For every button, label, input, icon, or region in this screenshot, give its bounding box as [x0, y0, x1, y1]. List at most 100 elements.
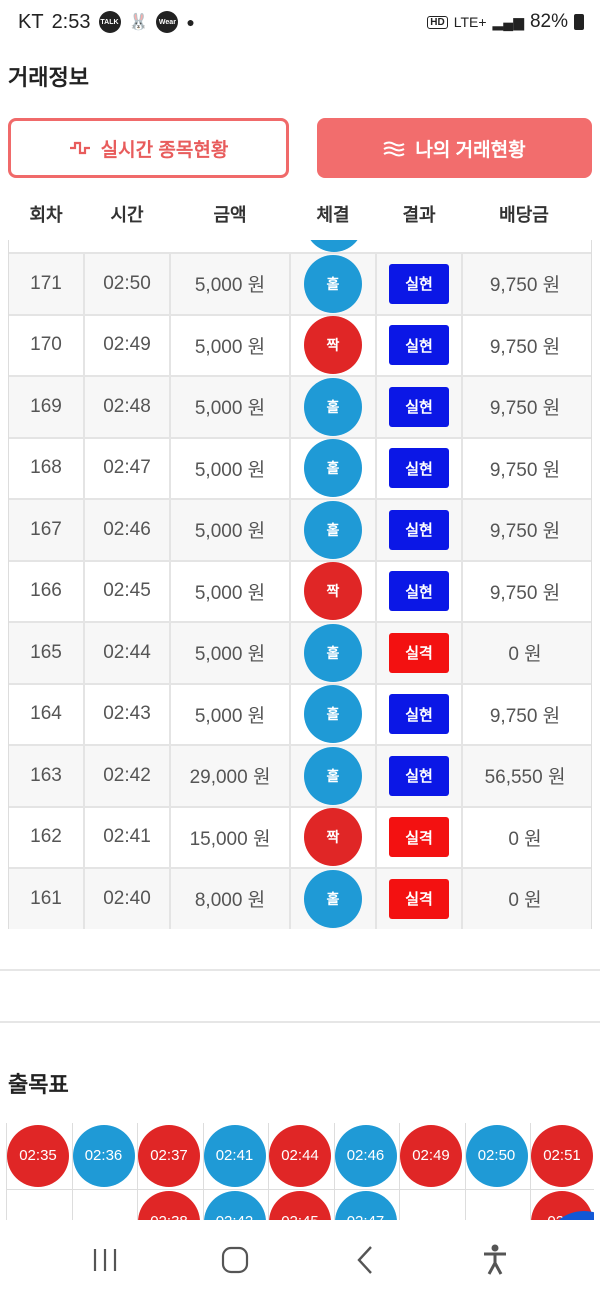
cell-pick: 홀 — [291, 746, 377, 806]
cell-time: 02:42 — [85, 746, 171, 806]
result-badge: 실현 — [389, 694, 449, 735]
cell-time: 02:49 — [85, 315, 171, 375]
table-row: 162 02:41 15,000 원 짝 실격 0 원 — [9, 805, 591, 867]
cell-amount: 5,000 원 — [171, 561, 291, 621]
cell-amount: 5,000 원 — [171, 377, 291, 437]
pick-ball: 홀 — [304, 254, 362, 313]
cell-result: 실격 — [377, 869, 463, 929]
cell-pick: 홀 — [291, 684, 377, 744]
cell-round: 167 — [9, 500, 85, 560]
clock: 2:53 — [51, 10, 91, 33]
result-badge: 실현 — [389, 755, 449, 796]
cell-time: 02:50 — [85, 254, 171, 314]
cell-pick: 짝 — [291, 561, 377, 621]
cell-result: 실격 — [377, 623, 463, 683]
table-row: 165 02:44 5,000 원 홀 실격 0 원 — [9, 621, 591, 683]
cell-time: 02:46 — [85, 500, 171, 560]
cell-pick: 홀 — [291, 377, 377, 437]
pick-ball: 홀 — [304, 869, 362, 928]
signal-icon: ▂▄▆ — [492, 13, 524, 30]
section-title: 거래정보 — [8, 65, 89, 90]
table-row: 161 02:40 8,000 원 홀 실격 0 원 — [9, 867, 591, 929]
hd-icon: HD — [427, 15, 448, 29]
cell-result: 실현 — [377, 438, 463, 498]
cell-round: 170 — [9, 315, 85, 375]
result-badge: 실현 — [389, 386, 449, 427]
cell-time: 02:48 — [85, 377, 171, 437]
cell-pick: 짝 — [291, 315, 377, 375]
cell-pick: 홀 — [291, 254, 377, 314]
cell-time: 02:44 — [85, 623, 171, 683]
cell-result: 실현 — [377, 500, 463, 560]
wave-icon — [69, 141, 90, 155]
divider — [0, 968, 600, 971]
cell-payout: 56,550 원 — [484, 767, 566, 789]
cell-round: 164 — [9, 684, 85, 744]
recent-apps-button[interactable] — [75, 1235, 135, 1285]
cell-amount: 15,000 원 — [171, 807, 291, 867]
cell-round: 166 — [9, 561, 85, 621]
draw-ball: 02:35 — [7, 1124, 69, 1187]
wear-icon: Wear — [156, 11, 179, 33]
rabbit-icon: 🐰 — [128, 14, 149, 31]
accessibility-button[interactable] — [465, 1235, 525, 1285]
status-left: KT 2:53 TALK 🐰 Wear ● — [18, 11, 195, 34]
cell-payout: 0 원 — [508, 644, 542, 666]
cell-payout: 9,750 원 — [489, 582, 561, 604]
draw-ball: 02:46 — [334, 1124, 397, 1187]
result-badge: 실격 — [389, 632, 449, 673]
recent-apps-icon — [93, 1249, 117, 1271]
tab-bar: 실시간 종목현황 나의 거래현황 — [0, 118, 600, 178]
pick-ball: 홀 — [304, 500, 362, 559]
home-button[interactable] — [205, 1235, 265, 1285]
cell-result: 실현 — [377, 684, 463, 744]
cell-payout: 9,750 원 — [489, 336, 561, 358]
pick-ball: 홀 — [304, 377, 362, 436]
cell-round: 169 — [9, 377, 85, 437]
nav-bar — [0, 1220, 600, 1300]
status-bar: KT 2:53 TALK 🐰 Wear ● HD LTE+ ▂▄▆ 82% — [0, 0, 600, 44]
dot-icon: ● — [186, 14, 195, 30]
back-button[interactable] — [335, 1235, 395, 1285]
draw-ball: 02:51 — [531, 1124, 593, 1187]
talk-icon: TALK — [98, 11, 121, 33]
table-row: 164 02:43 5,000 원 홀 실현 9,750 원 — [9, 682, 591, 744]
cell-pick: 홀 — [291, 869, 377, 929]
cell-pick: 홀 — [291, 623, 377, 683]
pick-ball: 짝 — [304, 316, 362, 375]
result-badge: 실현 — [389, 263, 449, 304]
pick-ball: 홀 — [304, 746, 362, 805]
draw-ball: 02:44 — [269, 1124, 331, 1187]
cell-payout: 9,750 원 — [489, 705, 561, 727]
draw-ball: 02:41 — [203, 1124, 266, 1187]
cell-result: 실현 — [377, 746, 463, 806]
cell-result: 실현 — [377, 561, 463, 621]
result-badge: 실현 — [389, 448, 449, 489]
cell-pick: 짝 — [291, 807, 377, 867]
cell-pick: 홀 — [291, 500, 377, 560]
result-badge: 실격 — [389, 817, 449, 858]
cell-round: 163 — [9, 746, 85, 806]
header-round: 회차 — [29, 205, 63, 225]
cell-time: 02:43 — [85, 684, 171, 744]
waves-icon — [383, 141, 405, 157]
cell-round: 168 — [9, 438, 85, 498]
result-badge: 실격 — [389, 878, 449, 919]
cell-round: 171 — [9, 254, 85, 314]
cell-payout: 9,750 원 — [489, 398, 561, 420]
draw-ball: 02:49 — [400, 1124, 462, 1187]
header-result: 결과 — [402, 205, 436, 225]
pick-ball: 짝 — [304, 808, 362, 867]
tab-my-trades[interactable]: 나의 거래현황 — [317, 118, 592, 178]
cell-amount: 29,000 원 — [171, 746, 291, 806]
tab-realtime-label: 실시간 종목현황 — [100, 139, 229, 161]
cell-amount: 5,000 원 — [171, 438, 291, 498]
tab-realtime[interactable]: 실시간 종목현황 — [8, 118, 289, 178]
back-icon — [357, 1246, 372, 1274]
table-row-partial — [9, 240, 591, 252]
cell-amount: 5,000 원 — [171, 623, 291, 683]
trade-table[interactable]: 171 02:50 5,000 원 홀 실현 9,750 원 170 02:49 5,000 원… — [8, 240, 592, 929]
cell-payout: 9,750 원 — [489, 521, 561, 543]
pick-ball: 홀 — [304, 623, 362, 682]
table-row: 166 02:45 5,000 원 짝 실현 9,750 원 — [9, 559, 591, 621]
